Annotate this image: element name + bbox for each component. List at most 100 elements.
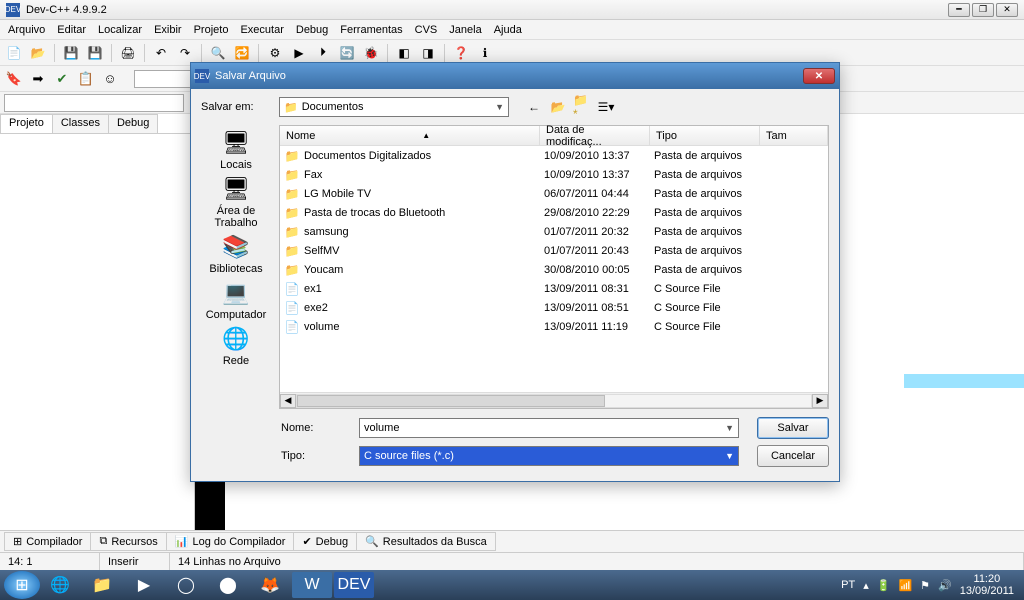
redo-icon[interactable]: ↷ — [175, 43, 195, 63]
views-icon[interactable]: ☰▾ — [597, 98, 615, 116]
horizontal-scrollbar[interactable]: ◀ ▶ — [280, 392, 828, 408]
file-row[interactable]: 📁LG Mobile TV06/07/2011 04:44Pasta de ar… — [280, 184, 828, 203]
face-icon[interactable]: ☺ — [100, 69, 120, 89]
undo-icon[interactable]: ↶ — [151, 43, 171, 63]
file-row[interactable]: 📁Fax10/09/2010 13:37Pasta de arquivos — [280, 165, 828, 184]
tab-log[interactable]: 📊Log do Compilador — [166, 532, 295, 551]
col-tipo[interactable]: Tipo — [650, 126, 760, 145]
compile-run-icon[interactable]: ⏵ — [313, 43, 333, 63]
run-icon[interactable]: ▶ — [289, 43, 309, 63]
tab-recursos[interactable]: ⧉Recursos — [90, 532, 166, 551]
status-mode: Inserir — [100, 553, 170, 570]
tab-projeto[interactable]: Projeto — [0, 114, 53, 133]
close-button[interactable]: ✕ — [996, 3, 1018, 17]
taskbar-firefox[interactable]: 🦊 — [250, 572, 290, 598]
col-tam[interactable]: Tam — [760, 126, 828, 145]
tool2-icon[interactable]: ◨ — [418, 43, 438, 63]
bookmark-icon[interactable]: 🔖 — [4, 69, 24, 89]
replace-icon[interactable]: 🔁 — [232, 43, 252, 63]
goto-icon[interactable]: ➡ — [28, 69, 48, 89]
help-icon[interactable]: ❓ — [451, 43, 471, 63]
tray-wifi-icon[interactable]: 📶 — [898, 579, 912, 592]
todo-icon[interactable]: 📋 — [76, 69, 96, 89]
cancel-button[interactable]: Cancelar — [757, 445, 829, 467]
tray-up-icon[interactable]: ▴ — [863, 579, 869, 592]
tray-lang[interactable]: PT — [841, 579, 855, 591]
tray-sound-icon[interactable]: 🔊 — [938, 579, 952, 592]
tab-debug-bottom[interactable]: ✔Debug — [293, 532, 357, 551]
maximize-button[interactable]: ❐ — [972, 3, 994, 17]
menu-ajuda[interactable]: Ajuda — [494, 24, 522, 36]
file-row[interactable]: 📁Pasta de trocas do Bluetooth29/08/2010 … — [280, 203, 828, 222]
place-bibliotecas[interactable]: 📚Bibliotecas — [209, 233, 262, 275]
dialog-titlebar[interactable]: DEV Salvar Arquivo ✕ — [191, 63, 839, 89]
col-nome[interactable]: Nome▲ — [280, 126, 540, 145]
menu-projeto[interactable]: Projeto — [194, 24, 229, 36]
file-row[interactable]: 📄ex113/09/2011 08:31C Source File — [280, 279, 828, 298]
place-desktop[interactable]: 🖥Área de Trabalho — [201, 175, 271, 229]
tray-battery-icon[interactable]: 🔋 — [877, 579, 891, 592]
scroll-track[interactable] — [296, 394, 812, 408]
file-row[interactable]: 📁SelfMV01/07/2011 20:43Pasta de arquivos — [280, 241, 828, 260]
tool1-icon[interactable]: ◧ — [394, 43, 414, 63]
tab-compilador[interactable]: ⊞Compilador — [4, 532, 91, 551]
new-folder-icon[interactable]: 📁* — [573, 98, 591, 116]
tray-flag-icon[interactable]: ⚑ — [920, 579, 930, 592]
new-icon[interactable]: 📄 — [4, 43, 24, 63]
taskbar-explorer[interactable]: 📁 — [82, 572, 122, 598]
find-icon[interactable]: 🔍 — [208, 43, 228, 63]
place-rede[interactable]: 🌐Rede — [220, 325, 252, 367]
menu-editar[interactable]: Editar — [57, 24, 86, 36]
taskbar-avast[interactable]: ⬤ — [208, 572, 248, 598]
chevron-down-icon: ▼ — [495, 102, 504, 112]
taskbar-ie[interactable]: 🌐 — [40, 572, 80, 598]
tab-classes[interactable]: Classes — [52, 114, 109, 133]
about-icon[interactable]: ℹ — [475, 43, 495, 63]
file-row[interactable]: 📄exe213/09/2011 08:51C Source File — [280, 298, 828, 317]
menu-debug[interactable]: Debug — [296, 24, 328, 36]
minimize-button[interactable]: ━ — [948, 3, 970, 17]
menu-ferramentas[interactable]: Ferramentas — [340, 24, 402, 36]
filename-input[interactable]: volume▼ — [359, 418, 739, 438]
save-in-combo[interactable]: 📁 Documentos ▼ — [279, 97, 509, 117]
filetype-combo[interactable]: C source files (*.c)▼ — [359, 446, 739, 466]
debug-icon[interactable]: 🐞 — [361, 43, 381, 63]
tab-resultados[interactable]: 🔍Resultados da Busca — [356, 532, 496, 551]
rebuild-icon[interactable]: 🔄 — [337, 43, 357, 63]
check-icon[interactable]: ✔ — [52, 69, 72, 89]
file-row[interactable]: 📁samsung01/07/2011 20:32Pasta de arquivo… — [280, 222, 828, 241]
start-button[interactable]: ⊞ — [4, 571, 40, 599]
search-combo[interactable] — [4, 94, 184, 112]
taskbar-media[interactable]: ▶ — [124, 572, 164, 598]
saveall-icon[interactable]: 💾 — [85, 43, 105, 63]
file-list[interactable]: 📁Documentos Digitalizados10/09/2010 13:3… — [280, 146, 828, 392]
save-button[interactable]: Salvar — [757, 417, 829, 439]
taskbar-chrome[interactable]: ◯ — [166, 572, 206, 598]
back-icon[interactable]: ← — [525, 98, 543, 116]
scroll-left-icon[interactable]: ◀ — [280, 394, 296, 408]
taskbar-devcpp[interactable]: DEV — [334, 572, 374, 598]
dialog-close-button[interactable]: ✕ — [803, 68, 835, 84]
menu-exibir[interactable]: Exibir — [154, 24, 182, 36]
menu-localizar[interactable]: Localizar — [98, 24, 142, 36]
up-folder-icon[interactable]: 📂 — [549, 98, 567, 116]
menu-cvs[interactable]: CVS — [415, 24, 438, 36]
scroll-thumb[interactable] — [297, 395, 605, 407]
menu-executar[interactable]: Executar — [240, 24, 283, 36]
menu-janela[interactable]: Janela — [449, 24, 481, 36]
col-data[interactable]: Data de modificaç... — [540, 126, 650, 145]
file-row[interactable]: 📁Youcam30/08/2010 00:05Pasta de arquivos — [280, 260, 828, 279]
print-icon[interactable]: 🖨 — [118, 43, 138, 63]
place-locais[interactable]: 🖥Locais — [220, 129, 252, 171]
save-icon[interactable]: 💾 — [61, 43, 81, 63]
place-computador[interactable]: 💻Computador — [206, 279, 267, 321]
taskbar-word[interactable]: W — [292, 572, 332, 598]
compile-icon[interactable]: ⚙ — [265, 43, 285, 63]
scroll-right-icon[interactable]: ▶ — [812, 394, 828, 408]
open-icon[interactable]: 📂 — [28, 43, 48, 63]
file-row[interactable]: 📄volume13/09/2011 11:19C Source File — [280, 317, 828, 336]
menu-arquivo[interactable]: Arquivo — [8, 24, 45, 36]
tab-debug[interactable]: Debug — [108, 114, 158, 133]
tray-clock[interactable]: 11:20 13/09/2011 — [960, 573, 1014, 597]
file-row[interactable]: 📁Documentos Digitalizados10/09/2010 13:3… — [280, 146, 828, 165]
